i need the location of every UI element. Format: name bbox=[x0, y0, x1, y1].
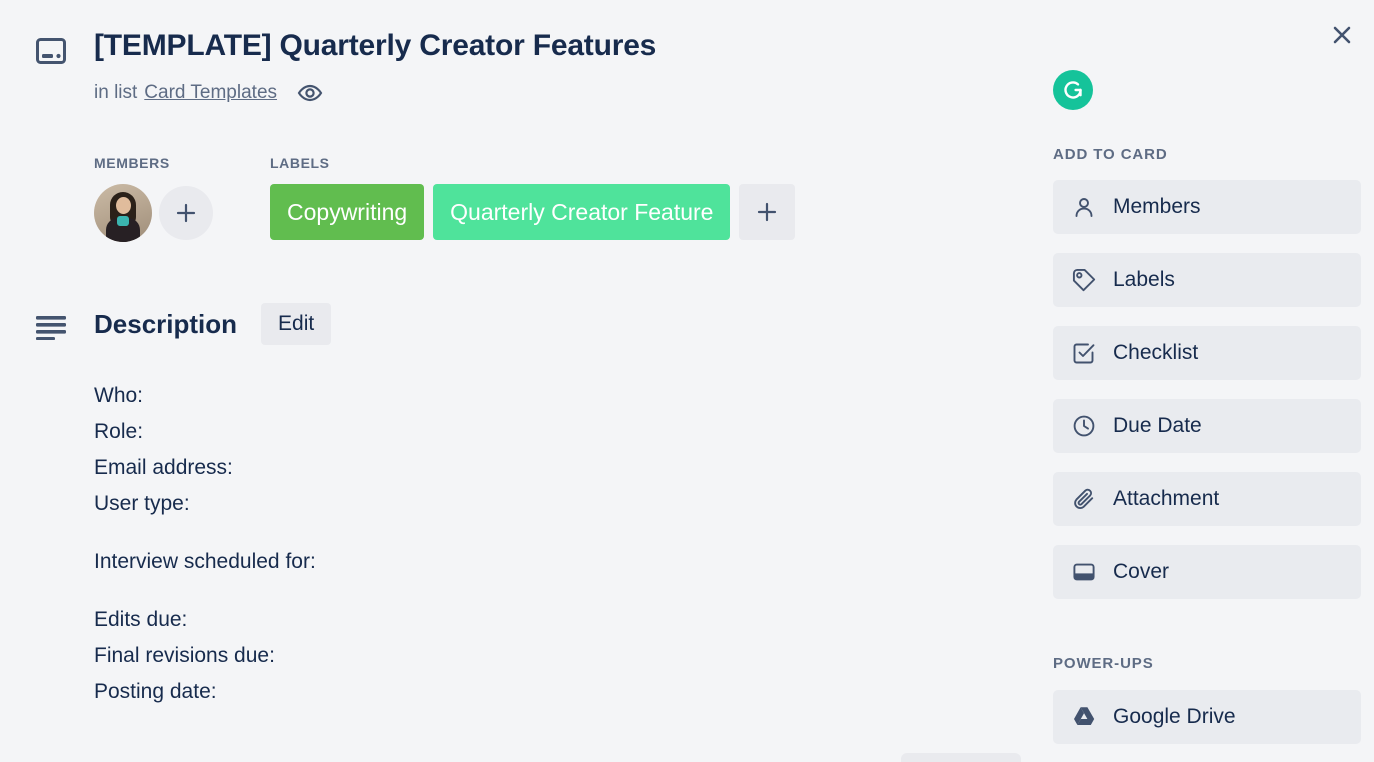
add-to-card-list: Members Labels Checklist Due Date Attachment… bbox=[1053, 180, 1361, 618]
add-to-card-item-due-date[interactable]: Due Date bbox=[1053, 399, 1361, 453]
page-title: [TEMPLATE] Quarterly Creator Features bbox=[94, 29, 657, 62]
tag-icon bbox=[1071, 267, 1097, 293]
plus-icon bbox=[758, 202, 777, 222]
clock-icon bbox=[1071, 413, 1097, 439]
add-to-card-item-label: Due Date bbox=[1113, 414, 1202, 437]
description-paragraph: Interview scheduled for: bbox=[94, 550, 316, 573]
add-to-card-item-label: Labels bbox=[1113, 268, 1175, 291]
add-member-button[interactable] bbox=[159, 186, 213, 240]
add-to-card-item-attachment[interactable]: Attachment bbox=[1053, 472, 1361, 526]
cover-icon bbox=[1073, 563, 1095, 581]
eye-icon[interactable] bbox=[297, 83, 323, 103]
add-to-card-item-label: Members bbox=[1113, 195, 1201, 218]
google-drive-icon bbox=[1074, 707, 1095, 725]
add-to-card-item-label: Checklist bbox=[1113, 341, 1199, 364]
add-label-button[interactable] bbox=[739, 184, 796, 240]
description-paragraph: Edits due: Final revisions due: Posting da… bbox=[94, 608, 275, 703]
card-meta-row: MEMBERS LABELS CopywritingQuarterly Cre bbox=[94, 155, 796, 242]
power-up-item-google-drive[interactable]: Google Drive bbox=[1053, 690, 1361, 744]
label-chip[interactable]: Copywriting bbox=[270, 184, 425, 240]
close-button[interactable] bbox=[1324, 17, 1360, 53]
power-up-item-label: Google Drive bbox=[1113, 705, 1236, 728]
add-to-card-item-labels[interactable]: Labels bbox=[1053, 253, 1361, 307]
plus-icon bbox=[176, 203, 196, 223]
list-name-link[interactable]: Card Templates bbox=[144, 82, 277, 104]
bottom-partial-button[interactable] bbox=[901, 753, 1021, 762]
add-to-card-item-members[interactable]: Members bbox=[1053, 180, 1361, 234]
description-body[interactable]: Who: Role: Email address: User type: Intervi… bbox=[94, 378, 854, 710]
add-to-card-item-label: Attachment bbox=[1113, 487, 1220, 510]
breadcrumb: in list Card Templates bbox=[94, 82, 323, 104]
google-drive-icon bbox=[1071, 704, 1097, 730]
description-title: Description bbox=[94, 308, 238, 339]
label-chip[interactable]: Quarterly Creator Feature bbox=[433, 184, 731, 240]
power-ups-list: Google Drive bbox=[1053, 690, 1361, 762]
add-to-card-item-label: Cover bbox=[1113, 560, 1170, 583]
description-header: Description Edit bbox=[94, 303, 332, 345]
members-group: MEMBERS bbox=[94, 155, 213, 242]
power-ups-heading: POWER-UPS bbox=[1053, 655, 1154, 672]
members-heading: MEMBERS bbox=[94, 155, 170, 171]
tag-icon bbox=[1072, 268, 1096, 292]
clock-icon bbox=[1073, 415, 1095, 437]
cover-icon bbox=[1071, 559, 1097, 585]
checkbox-icon bbox=[1073, 343, 1095, 364]
card-template-icon bbox=[30, 30, 72, 72]
person-icon bbox=[1071, 194, 1097, 220]
person-icon bbox=[1075, 198, 1093, 217]
paperclip-icon bbox=[1074, 488, 1094, 510]
description-lines-icon bbox=[30, 306, 72, 348]
grammarly-icon[interactable] bbox=[1053, 70, 1093, 110]
card-detail-modal: [TEMPLATE] Quarterly Creator Features in… bbox=[0, 0, 1374, 762]
add-to-card-heading: ADD TO CARD bbox=[1053, 146, 1168, 163]
add-to-card-item-checklist[interactable]: Checklist bbox=[1053, 326, 1361, 380]
edit-description-button[interactable]: Edit bbox=[261, 303, 332, 345]
label-chip-list: Copywriting Quarterly Creator Feature bbox=[270, 184, 796, 240]
close-icon bbox=[1333, 26, 1351, 44]
in-list-prefix: in list bbox=[94, 82, 138, 103]
add-to-card-item-cover[interactable]: Cover bbox=[1053, 545, 1361, 599]
checkbox-icon bbox=[1071, 340, 1097, 366]
labels-group: LABELS Copywriting Quarterly Creator Feat… bbox=[270, 155, 796, 240]
labels-heading: LABELS bbox=[270, 155, 330, 171]
description-paragraph: Who: Role: Email address: User type: bbox=[94, 384, 233, 515]
avatar[interactable] bbox=[94, 184, 152, 242]
paperclip-icon bbox=[1071, 486, 1097, 512]
